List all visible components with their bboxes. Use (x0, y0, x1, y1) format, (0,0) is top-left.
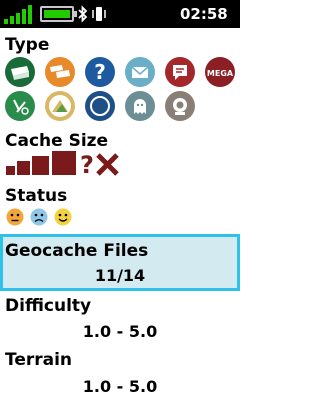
cache-size-title: Cache Size (5, 131, 109, 151)
difficulty-title[interactable]: Difficulty (5, 296, 91, 316)
found-face-icon[interactable] (54, 208, 72, 226)
battery-icon (40, 6, 77, 22)
other-size-icon[interactable] (96, 153, 119, 176)
cache-size-icons: ? (6, 151, 119, 177)
svg-text:?: ? (94, 60, 106, 84)
virtual-cache-icon[interactable] (125, 91, 155, 121)
event-cache-icon[interactable] (165, 57, 195, 87)
mystery-cache-icon[interactable]: ? (85, 57, 115, 87)
mega-label: MEGA (207, 69, 234, 78)
type-title: Type (5, 35, 50, 55)
large-size-icon[interactable] (52, 151, 76, 175)
cito-event-icon[interactable] (5, 91, 35, 121)
difficulty-value[interactable]: 1.0 - 5.0 (0, 322, 240, 341)
geocache-files-value: 11/14 (94, 266, 146, 285)
micro-size-icon[interactable] (6, 166, 15, 175)
geocache-files-title: Geocache Files (5, 241, 149, 261)
terrain-title[interactable]: Terrain (5, 350, 72, 370)
unknown-size-icon[interactable]: ? (80, 151, 94, 177)
vibrate-icon (92, 7, 106, 21)
traditional-cache-icon[interactable] (5, 57, 35, 87)
mega-event-icon[interactable]: MEGA (205, 57, 235, 87)
clock: 02:58 (180, 5, 228, 23)
wherigo-cache-icon[interactable] (85, 91, 115, 121)
bluetooth-icon (78, 5, 88, 23)
earthcache-icon[interactable] (45, 91, 75, 121)
webcam-cache-icon[interactable] (165, 91, 195, 121)
signal-bars-icon (4, 5, 32, 24)
geocache-files-row[interactable]: Geocache Files 11/14 (0, 234, 240, 291)
not-found-face-icon[interactable] (6, 208, 24, 226)
small-size-icon[interactable] (17, 161, 30, 175)
regular-size-icon[interactable] (32, 156, 49, 175)
multi-cache-icon[interactable] (45, 57, 75, 87)
status-bar: 02:58 (0, 0, 240, 28)
terrain-value[interactable]: 1.0 - 5.0 (0, 377, 240, 396)
status-title: Status (5, 186, 68, 206)
letterbox-cache-icon[interactable] (125, 57, 155, 87)
sad-face-icon[interactable] (30, 208, 48, 226)
